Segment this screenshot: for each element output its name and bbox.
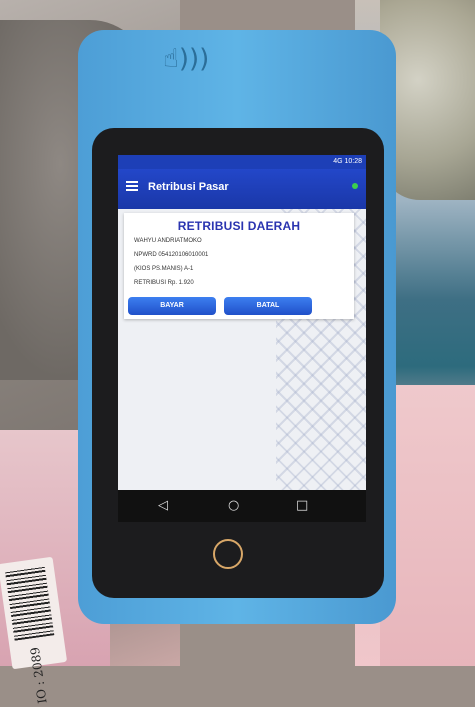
system-nav-bar: ◁ ○ □ xyxy=(118,490,366,522)
status-text: 4G 10:28 xyxy=(333,158,362,165)
batal-button[interactable]: BATAL xyxy=(224,297,312,315)
retribusi-amount: RETRIBUSI Rp. 1.920 xyxy=(134,280,194,286)
recent-apps-icon[interactable]: □ xyxy=(296,498,308,513)
status-bar: 4G 10:28 xyxy=(118,155,366,169)
status-dot-icon xyxy=(352,183,358,189)
hamburger-icon[interactable] xyxy=(126,181,138,191)
back-icon[interactable]: ◁ xyxy=(158,498,168,513)
kios-info: (KIOS PS.MANIS) A-1 xyxy=(134,266,194,272)
npwrd-number: NPWRD 054120106010001 xyxy=(134,252,209,258)
nfc-area: ☝))) xyxy=(163,44,233,84)
home-icon[interactable]: ○ xyxy=(228,498,239,513)
hardware-home-button[interactable] xyxy=(213,539,243,569)
taxpayer-name: WAHYU ANDRIATMOKO xyxy=(134,238,202,244)
device-screen: 4G 10:28 Retribusi Pasar RETRIBUSI DAERA… xyxy=(118,155,366,490)
retribusi-card: RETRIBUSI DAERAH WAHYU ANDRIATMOKO NPWRD… xyxy=(124,213,354,319)
app-bar: Retribusi Pasar xyxy=(118,169,366,209)
app-title: Retribusi Pasar xyxy=(148,181,229,193)
nfc-icon: ☝))) xyxy=(163,44,210,74)
bayar-button[interactable]: BAYAR xyxy=(128,297,216,315)
card-title: RETRIBUSI DAERAH xyxy=(177,219,301,233)
main-content: RETRIBUSI DAERAH WAHYU ANDRIATMOKO NPWRD… xyxy=(118,209,366,490)
